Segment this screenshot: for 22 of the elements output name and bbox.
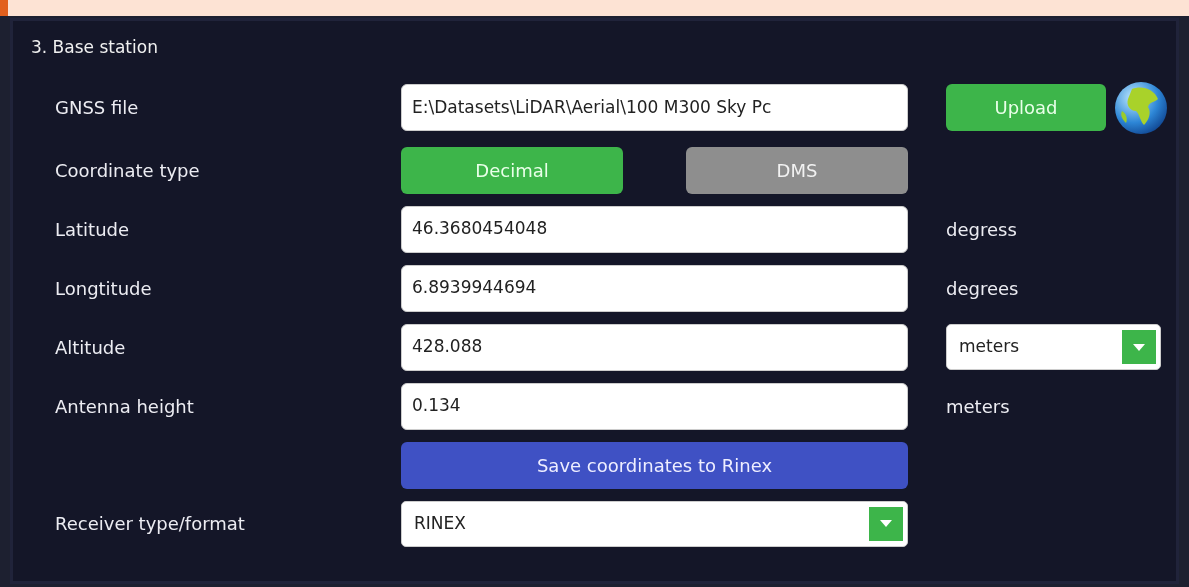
field-label: Longtitude: [54, 276, 153, 301]
caret-icon: [869, 506, 903, 541]
input-field[interactable]: 0.134: [401, 382, 908, 430]
save-button[interactable]: Save coordinates to Rinex: [401, 441, 908, 489]
input-field[interactable]: E:\Datasets\LiDAR\Aerial\100 M300 Sky Pc: [401, 84, 908, 131]
field-label: Receiver type/format: [54, 512, 246, 536]
unit-label: meters: [946, 394, 1011, 419]
field-label: Antenna height: [54, 394, 195, 419]
field-label: GNSS file: [54, 96, 140, 120]
caret-icon: [1122, 330, 1156, 364]
input-field[interactable]: 428.088: [401, 323, 908, 371]
unit-select[interactable]: meters: [946, 324, 1161, 370]
unit-label: degress: [946, 217, 1018, 242]
field-label: Coordinate type: [54, 158, 201, 183]
section-title: 3. Base station: [31, 36, 159, 59]
input-field[interactable]: 46.3680454048: [401, 205, 908, 253]
field-label: Altitude: [54, 335, 127, 360]
field-label: Latitude: [54, 217, 131, 242]
globe-icon[interactable]: [1114, 80, 1168, 135]
format-select[interactable]: RINEX: [401, 500, 908, 547]
unit-label: degrees: [946, 276, 1020, 301]
input-field[interactable]: 6.8939944694: [401, 264, 908, 312]
